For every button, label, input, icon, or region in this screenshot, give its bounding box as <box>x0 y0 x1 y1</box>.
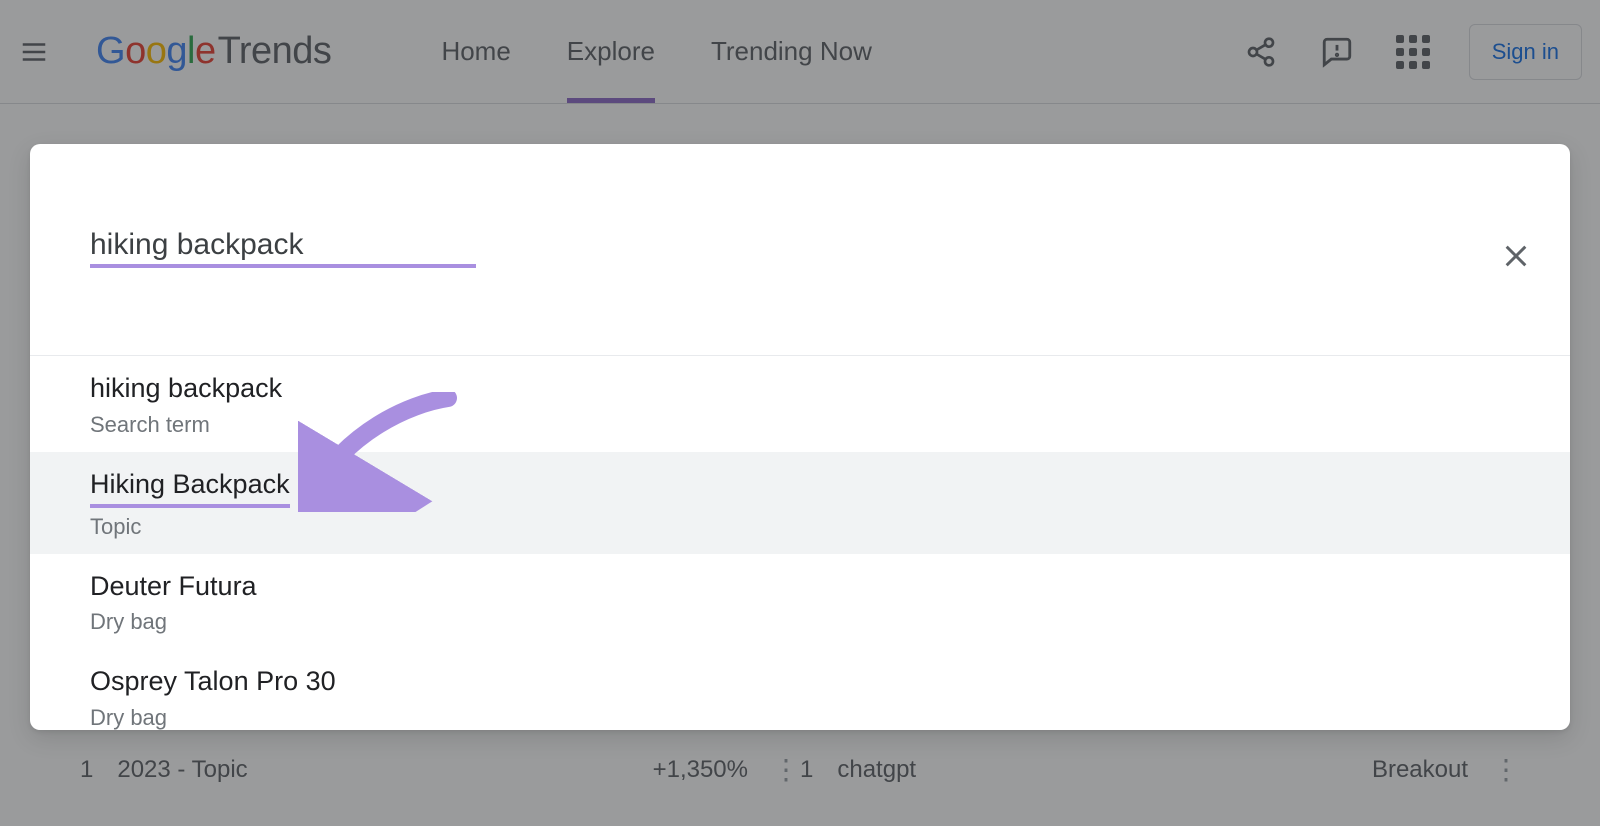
page-root: Google Trends Home Explore Trending Now <box>0 0 1600 826</box>
search-input[interactable] <box>90 228 399 262</box>
suggestion-title: Osprey Talon Pro 30 <box>90 665 1510 699</box>
suggestion-item[interactable]: hiking backpack Search term <box>30 356 1570 452</box>
suggestion-title: Hiking Backpack <box>90 468 290 508</box>
suggestion-list: hiking backpack Search term Hiking Backp… <box>30 356 1570 730</box>
clear-input-icon[interactable] <box>1500 240 1532 272</box>
search-area <box>30 144 1570 356</box>
search-panel: hiking backpack Search term Hiking Backp… <box>30 144 1570 730</box>
suggestion-title: hiking backpack <box>90 372 1510 406</box>
suggestion-title: Deuter Futura <box>90 570 1510 604</box>
suggestion-subtitle: Search term <box>90 412 1510 438</box>
suggestion-subtitle: Dry bag <box>90 609 1510 635</box>
suggestion-subtitle: Topic <box>90 514 1510 540</box>
suggestion-item[interactable]: Osprey Talon Pro 30 Dry bag <box>30 649 1570 730</box>
suggestion-subtitle: Dry bag <box>90 705 1510 730</box>
suggestion-item[interactable]: Hiking Backpack Topic <box>30 452 1570 554</box>
suggestion-item[interactable]: Deuter Futura Dry bag <box>30 554 1570 650</box>
